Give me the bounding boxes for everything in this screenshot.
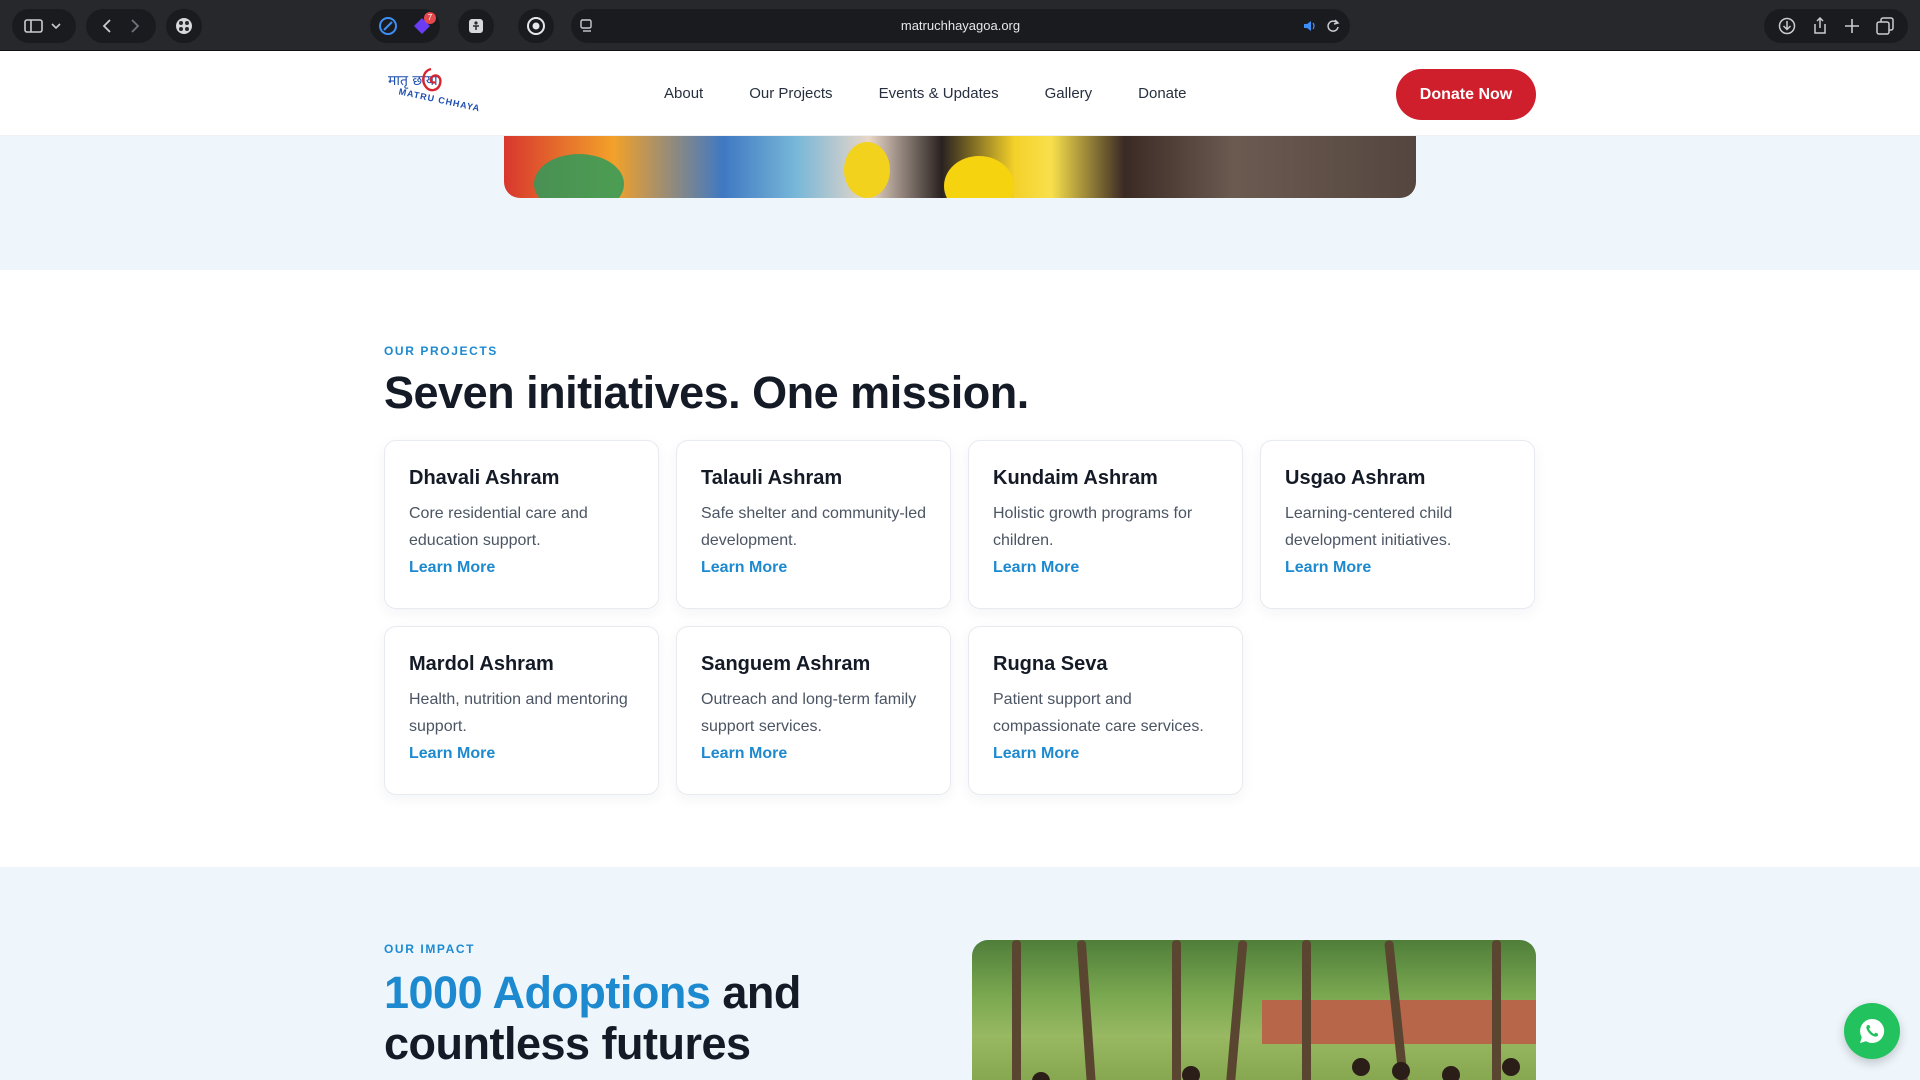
nav-gallery[interactable]: Gallery bbox=[1045, 85, 1093, 102]
donate-now-button[interactable]: Donate Now bbox=[1396, 69, 1536, 120]
card-title: Talauli Ashram bbox=[701, 467, 843, 489]
card-description: Outreach and long-term family support se… bbox=[701, 691, 917, 735]
impact-heading: 1000 Adoptions and countless futures bbox=[384, 967, 801, 1069]
card-description: Patient support and compassionate care s… bbox=[993, 691, 1204, 735]
back-icon[interactable] bbox=[102, 19, 111, 33]
nav-our-projects[interactable]: Our Projects bbox=[749, 85, 832, 102]
learn-more-link[interactable]: Learn More bbox=[701, 554, 926, 581]
projects-heading: Seven initiatives. One mission. bbox=[384, 367, 1029, 418]
shield-icon bbox=[379, 17, 397, 35]
toolbar-actions bbox=[1764, 9, 1908, 43]
site-logo[interactable]: मातृ छाया MATRU CHHAYA bbox=[388, 65, 481, 119]
plus-icon[interactable] bbox=[1844, 18, 1860, 34]
forward-icon[interactable] bbox=[131, 19, 140, 33]
nav-about[interactable]: About bbox=[664, 85, 703, 102]
tabs-icon[interactable] bbox=[1876, 17, 1894, 35]
project-card-talauli: Talauli Ashram Safe shelter and communit… bbox=[676, 440, 951, 609]
impact-heading-accent: 1000 Adoptions bbox=[384, 967, 711, 1018]
gem-extension-button[interactable]: 7 bbox=[411, 12, 436, 37]
learn-more-link[interactable]: Learn More bbox=[409, 740, 634, 767]
main-nav: About Our Projects Events & Updates Gall… bbox=[664, 51, 1187, 136]
card-title: Dhavali Ashram bbox=[409, 467, 560, 489]
sidebar-toggle-button[interactable] bbox=[12, 9, 76, 43]
project-card-rugna-seva: Rugna Seva Patient support and compassio… bbox=[968, 626, 1243, 795]
project-card-usgao: Usgao Ashram Learning-centered child dev… bbox=[1260, 440, 1535, 609]
hero-image bbox=[504, 136, 1416, 198]
card-title: Rugna Seva bbox=[993, 653, 1108, 675]
impact-photo bbox=[972, 940, 1536, 1080]
hero-section bbox=[0, 136, 1920, 270]
target-button[interactable] bbox=[518, 9, 554, 43]
extension-badge: 7 bbox=[424, 12, 436, 24]
url-text: matruchhayagoa.org bbox=[900, 18, 1021, 33]
card-description: Safe shelter and community-led developme… bbox=[701, 505, 926, 549]
impact-heading-line2: countless futures bbox=[384, 1018, 751, 1069]
accessibility-button[interactable] bbox=[458, 9, 494, 43]
shield-extension-button[interactable] bbox=[377, 15, 399, 37]
whatsapp-button[interactable] bbox=[1844, 1003, 1900, 1059]
address-bar[interactable]: matruchhayagoa.org bbox=[571, 9, 1350, 43]
impact-eyebrow: OUR IMPACT bbox=[384, 942, 476, 956]
sidebar-icon bbox=[24, 19, 61, 33]
impact-section: OUR IMPACT 1000 Adoptions and countless … bbox=[0, 867, 1920, 1080]
projects-eyebrow: OUR PROJECTS bbox=[384, 344, 498, 358]
learn-more-link[interactable]: Learn More bbox=[1285, 554, 1510, 581]
speaker-icon[interactable] bbox=[1302, 19, 1318, 33]
whatsapp-icon bbox=[1860, 1018, 1885, 1043]
chevron-down-icon bbox=[51, 23, 61, 30]
project-card-mardol: Mardol Ashram Health, nutrition and ment… bbox=[384, 626, 659, 795]
impact-heading-rest: and bbox=[710, 967, 801, 1018]
history-nav bbox=[86, 9, 156, 43]
learn-more-link[interactable]: Learn More bbox=[993, 554, 1218, 581]
card-description: Holistic growth programs for children. bbox=[993, 505, 1193, 549]
extensions-icon bbox=[176, 18, 192, 34]
card-description: Learning-centered child development init… bbox=[1285, 505, 1453, 549]
nav-events-updates[interactable]: Events & Updates bbox=[879, 85, 999, 102]
card-title: Usgao Ashram bbox=[1285, 467, 1426, 489]
project-card-sanguem: Sanguem Ashram Outreach and long-term fa… bbox=[676, 626, 951, 795]
browser-toolbar: 7 matruchhayagoa.org bbox=[0, 0, 1920, 51]
card-title: Kundaim Ashram bbox=[993, 467, 1158, 489]
reload-icon[interactable] bbox=[1326, 19, 1340, 33]
project-card-dhavali: Dhavali Ashram Core residential care and… bbox=[384, 440, 659, 609]
project-card-kundaim: Kundaim Ashram Holistic growth programs … bbox=[968, 440, 1243, 609]
learn-more-link[interactable]: Learn More bbox=[701, 740, 926, 767]
card-description: Health, nutrition and mentoring support. bbox=[409, 691, 628, 735]
site-header: मातृ छाया MATRU CHHAYA ममता About Our Pr… bbox=[0, 51, 1920, 136]
target-icon bbox=[527, 17, 545, 35]
learn-more-link[interactable]: Learn More bbox=[409, 554, 634, 581]
card-title: Mardol Ashram bbox=[409, 653, 554, 675]
accessibility-icon bbox=[469, 19, 483, 33]
learn-more-link[interactable]: Learn More bbox=[993, 740, 1218, 767]
download-icon[interactable] bbox=[1778, 17, 1796, 35]
share-icon[interactable] bbox=[1812, 17, 1828, 35]
nav-donate[interactable]: Donate bbox=[1138, 85, 1186, 102]
card-description: Core residential care and education supp… bbox=[409, 505, 588, 549]
card-title: Sanguem Ashram bbox=[701, 653, 871, 675]
extension-group: 7 bbox=[370, 9, 440, 43]
extensions-button[interactable] bbox=[166, 9, 202, 43]
